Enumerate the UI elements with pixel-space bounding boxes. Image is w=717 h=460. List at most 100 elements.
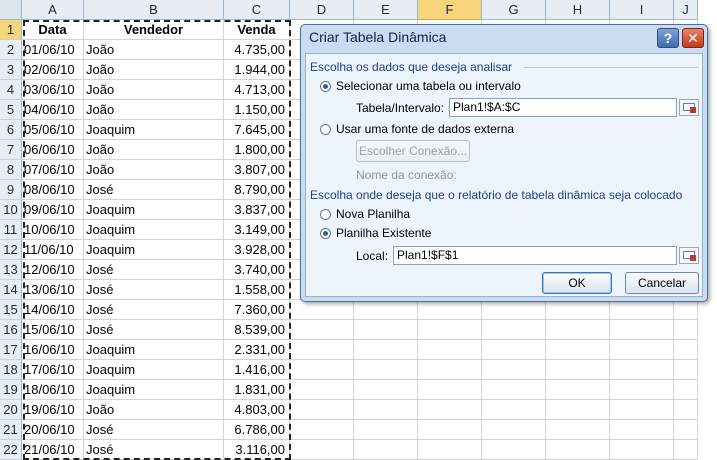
empty-cell[interactable] bbox=[610, 320, 674, 340]
row-header[interactable]: 21 bbox=[0, 420, 22, 440]
column-header-c[interactable]: C bbox=[224, 0, 290, 20]
empty-cell[interactable] bbox=[354, 400, 418, 420]
empty-cell[interactable] bbox=[418, 440, 482, 460]
row-header[interactable]: 14 bbox=[0, 280, 22, 300]
empty-cell[interactable] bbox=[610, 380, 674, 400]
sale-cell[interactable]: 1.831,00 bbox=[224, 380, 290, 400]
row-header[interactable]: 7 bbox=[0, 140, 22, 160]
radio-external-source[interactable] bbox=[320, 124, 331, 135]
vendor-cell[interactable]: João bbox=[84, 400, 224, 420]
vendor-cell[interactable]: José bbox=[84, 440, 224, 460]
radio-existing-sheet-label[interactable]: Planilha Existente bbox=[336, 226, 431, 240]
cancel-button[interactable]: Cancelar bbox=[625, 272, 699, 294]
row-header[interactable]: 19 bbox=[0, 380, 22, 400]
sale-cell[interactable]: 8.790,00 bbox=[224, 180, 290, 200]
empty-cell[interactable] bbox=[674, 400, 698, 420]
vendor-cell[interactable]: José bbox=[84, 260, 224, 280]
header-cell[interactable]: Venda bbox=[224, 20, 290, 40]
column-header-a[interactable]: A bbox=[22, 0, 84, 20]
vendor-cell[interactable]: João bbox=[84, 40, 224, 60]
empty-cell[interactable] bbox=[418, 320, 482, 340]
vendor-cell[interactable]: João bbox=[84, 160, 224, 180]
date-cell[interactable]: 16/06/10 bbox=[22, 340, 84, 360]
date-cell[interactable]: 07/06/10 bbox=[22, 160, 84, 180]
sale-cell[interactable]: 3.740,00 bbox=[224, 260, 290, 280]
vendor-cell[interactable]: José bbox=[84, 180, 224, 200]
row-header[interactable]: 13 bbox=[0, 260, 22, 280]
empty-cell[interactable] bbox=[482, 300, 546, 320]
date-cell[interactable]: 02/06/10 bbox=[22, 60, 84, 80]
vendor-cell[interactable]: Joaquim bbox=[84, 120, 224, 140]
sale-cell[interactable]: 4.803,00 bbox=[224, 400, 290, 420]
row-header[interactable]: 15 bbox=[0, 300, 22, 320]
empty-cell[interactable] bbox=[290, 300, 354, 320]
empty-cell[interactable] bbox=[546, 300, 610, 320]
empty-cell[interactable] bbox=[482, 360, 546, 380]
empty-cell[interactable] bbox=[418, 340, 482, 360]
row-header[interactable]: 9 bbox=[0, 180, 22, 200]
date-cell[interactable]: 03/06/10 bbox=[22, 80, 84, 100]
empty-cell[interactable] bbox=[546, 440, 610, 460]
empty-cell[interactable] bbox=[354, 320, 418, 340]
date-cell[interactable]: 08/06/10 bbox=[22, 180, 84, 200]
vendor-cell[interactable]: Joaquim bbox=[84, 220, 224, 240]
help-button[interactable]: ? bbox=[657, 28, 679, 48]
row-header[interactable]: 22 bbox=[0, 440, 22, 460]
empty-cell[interactable] bbox=[546, 420, 610, 440]
sale-cell[interactable]: 1.944,00 bbox=[224, 60, 290, 80]
radio-existing-sheet[interactable] bbox=[320, 228, 331, 239]
empty-cell[interactable] bbox=[674, 300, 698, 320]
empty-cell[interactable] bbox=[546, 340, 610, 360]
date-cell[interactable]: 10/06/10 bbox=[22, 220, 84, 240]
vendor-cell[interactable]: Joaquim bbox=[84, 240, 224, 260]
empty-cell[interactable] bbox=[290, 360, 354, 380]
column-header-h[interactable]: H bbox=[546, 0, 610, 20]
radio-new-sheet-label[interactable]: Nova Planilha bbox=[336, 207, 410, 221]
column-header-b[interactable]: B bbox=[84, 0, 224, 20]
row-header[interactable]: 6 bbox=[0, 120, 22, 140]
empty-cell[interactable] bbox=[290, 340, 354, 360]
empty-cell[interactable] bbox=[610, 360, 674, 380]
header-cell[interactable]: Data bbox=[22, 20, 84, 40]
sale-cell[interactable]: 3.807,00 bbox=[224, 160, 290, 180]
sale-cell[interactable]: 2.331,00 bbox=[224, 340, 290, 360]
empty-cell[interactable] bbox=[674, 380, 698, 400]
sale-cell[interactable]: 3.928,00 bbox=[224, 240, 290, 260]
choose-connection-button[interactable]: Escolher Conexão... bbox=[356, 140, 470, 162]
radio-select-table-label[interactable]: Selecionar uma tabela ou intervalo bbox=[336, 79, 521, 93]
vendor-cell[interactable]: Joaquim bbox=[84, 380, 224, 400]
radio-external-source-label[interactable]: Usar uma fonte de dados externa bbox=[336, 122, 514, 136]
row-header[interactable]: 3 bbox=[0, 60, 22, 80]
empty-cell[interactable] bbox=[418, 300, 482, 320]
empty-cell[interactable] bbox=[482, 320, 546, 340]
empty-cell[interactable] bbox=[354, 440, 418, 460]
vendor-cell[interactable]: Joaquim bbox=[84, 360, 224, 380]
empty-cell[interactable] bbox=[418, 360, 482, 380]
empty-cell[interactable] bbox=[418, 420, 482, 440]
empty-cell[interactable] bbox=[482, 340, 546, 360]
empty-cell[interactable] bbox=[674, 340, 698, 360]
column-header-g[interactable]: G bbox=[482, 0, 546, 20]
empty-cell[interactable] bbox=[546, 380, 610, 400]
vendor-cell[interactable]: José bbox=[84, 280, 224, 300]
empty-cell[interactable] bbox=[674, 320, 698, 340]
radio-new-sheet[interactable] bbox=[320, 209, 331, 220]
sale-cell[interactable]: 1.150,00 bbox=[224, 100, 290, 120]
empty-cell[interactable] bbox=[354, 420, 418, 440]
empty-cell[interactable] bbox=[290, 420, 354, 440]
date-cell[interactable]: 13/06/10 bbox=[22, 280, 84, 300]
empty-cell[interactable] bbox=[546, 400, 610, 420]
date-cell[interactable]: 01/06/10 bbox=[22, 40, 84, 60]
date-cell[interactable]: 17/06/10 bbox=[22, 360, 84, 380]
date-cell[interactable]: 04/06/10 bbox=[22, 100, 84, 120]
column-header-d[interactable]: D bbox=[290, 0, 354, 20]
sale-cell[interactable]: 6.786,00 bbox=[224, 420, 290, 440]
row-header[interactable]: 2 bbox=[0, 40, 22, 60]
vendor-cell[interactable]: José bbox=[84, 300, 224, 320]
select-all-corner[interactable] bbox=[0, 0, 22, 20]
empty-cell[interactable] bbox=[290, 400, 354, 420]
vendor-cell[interactable]: Joaquim bbox=[84, 340, 224, 360]
empty-cell[interactable] bbox=[290, 380, 354, 400]
close-button[interactable]: ✕ bbox=[682, 28, 704, 48]
empty-cell[interactable] bbox=[354, 300, 418, 320]
